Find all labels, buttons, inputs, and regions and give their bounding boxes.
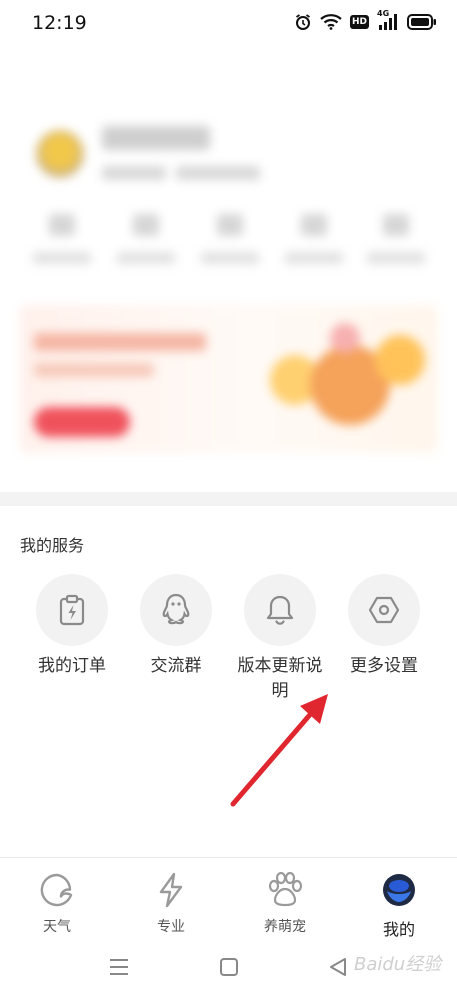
hd-icon: HD — [349, 15, 369, 29]
avatar[interactable] — [36, 130, 84, 178]
signal-icon: 4G — [377, 9, 399, 31]
promo-banner[interactable] — [20, 305, 438, 453]
service-chat-group[interactable]: 交流群 — [124, 574, 228, 679]
paw-icon — [228, 870, 342, 910]
nav-tab-weather[interactable]: 天气 — [0, 870, 114, 936]
nav-tab-mine[interactable]: 我的 — [342, 870, 456, 940]
nav-label: 专业 — [157, 919, 185, 935]
network-type-label: 4G — [377, 9, 390, 18]
menu-icon[interactable] — [108, 957, 130, 981]
home-icon[interactable] — [219, 957, 239, 981]
service-my-orders[interactable]: 我的订单 — [20, 574, 124, 679]
weather-icon — [0, 870, 114, 910]
blurred-subtitle — [176, 166, 260, 180]
profile-face-icon — [342, 870, 456, 910]
blurred-username — [102, 126, 210, 150]
blurred-stat[interactable] — [284, 214, 344, 274]
blurred-stat[interactable] — [200, 214, 260, 274]
lightning-icon — [114, 870, 228, 910]
service-label: 交流群 — [150, 656, 202, 676]
service-more-settings[interactable]: 更多设置 — [332, 574, 436, 679]
service-label: 我的订单 — [38, 656, 106, 676]
profile-page: 12:19 HD 4G 我的服务 我的订单 交流群 版本更新说明 更多设置 天气… — [0, 0, 457, 995]
watermark: Baidu经验 — [354, 954, 442, 975]
nav-tab-professional[interactable]: 专业 — [114, 870, 228, 936]
order-icon — [36, 574, 108, 646]
bottom-nav: 天气 专业 养萌宠 我的 — [0, 857, 457, 943]
nav-label: 天气 — [43, 919, 71, 935]
section-divider — [0, 492, 457, 506]
alarm-icon — [294, 13, 312, 31]
back-icon[interactable] — [328, 957, 348, 981]
service-label: 更多设置 — [350, 656, 418, 676]
status-bar: 12:19 HD 4G — [0, 0, 457, 46]
service-version-notes[interactable]: 版本更新说明 — [228, 574, 332, 704]
qq-penguin-icon — [140, 574, 212, 646]
nav-tab-pets[interactable]: 养萌宠 — [228, 870, 342, 936]
wifi-icon — [320, 14, 342, 30]
battery-icon — [407, 14, 437, 30]
blurred-stat[interactable] — [32, 214, 92, 274]
blurred-stat[interactable] — [366, 214, 426, 274]
blurred-subtitle — [102, 166, 166, 180]
status-icons: HD 4G — [294, 9, 437, 31]
annotation-arrow-icon — [220, 688, 340, 816]
blurred-stat[interactable] — [116, 214, 176, 274]
nav-label: 养萌宠 — [264, 919, 306, 935]
services-title: 我的服务 — [20, 536, 85, 555]
status-time: 12:19 — [32, 12, 87, 34]
bell-icon — [244, 574, 316, 646]
nav-label: 我的 — [382, 920, 415, 939]
settings-hexagon-icon — [348, 574, 420, 646]
